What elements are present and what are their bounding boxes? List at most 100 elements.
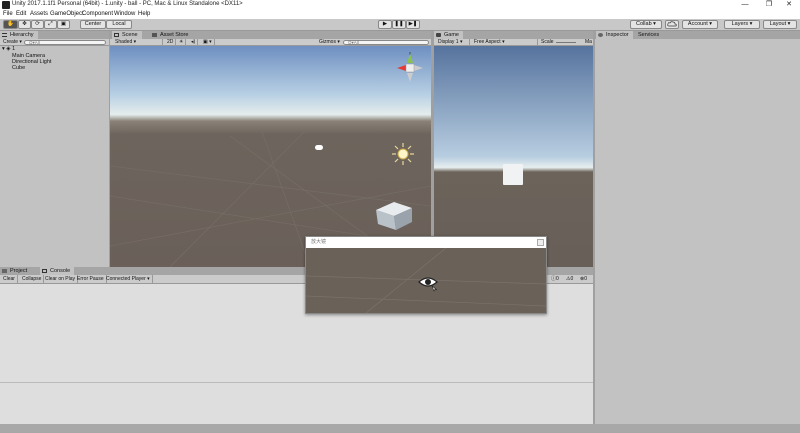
- log-count: 0: [556, 276, 559, 282]
- play-button[interactable]: ▶: [378, 20, 392, 29]
- menu-gameobject[interactable]: GameObject: [50, 11, 84, 17]
- close-button[interactable]: ✕: [778, 0, 800, 10]
- menu-edit[interactable]: Edit: [16, 11, 26, 17]
- pivot-center-toggle[interactable]: Center: [80, 20, 106, 29]
- clear-button[interactable]: Clear: [1, 275, 18, 283]
- inspector-tab-label: Inspector: [606, 32, 629, 38]
- title-bar: Unity 2017.1.1f1 Personal (64bit) - 1.un…: [0, 0, 800, 10]
- shading-mode-dropdown[interactable]: Shaded ▾: [113, 39, 163, 46]
- magnifier-close-button[interactable]: [537, 239, 544, 246]
- eye-icon[interactable]: [418, 275, 438, 293]
- cloud-button[interactable]: [665, 20, 679, 29]
- warning-count-toggle[interactable]: ⚠0: [564, 275, 575, 283]
- collapse-toggle[interactable]: Collapse: [20, 275, 45, 283]
- asset-store-tab-label: Asset Store: [160, 32, 189, 38]
- scale-slider[interactable]: [556, 42, 576, 43]
- unity-logo-icon: [2, 1, 10, 9]
- console-icon: [42, 269, 47, 273]
- orientation-gizmo-icon[interactable]: y: [394, 52, 426, 84]
- scale-tool-button[interactable]: ⤢: [44, 20, 57, 29]
- menu-window[interactable]: Window: [114, 11, 135, 17]
- warning-count: 0: [570, 276, 574, 282]
- inspector-tabrow: Inspector Services: [596, 31, 800, 39]
- aspect-dropdown[interactable]: Free Aspect ▾: [472, 39, 538, 46]
- hierarchy-search-input[interactable]: Q▾All: [24, 40, 106, 45]
- scene-root-label: 1: [12, 46, 16, 52]
- tab-hierarchy[interactable]: Hierarchy: [0, 31, 38, 39]
- svg-text:y: y: [409, 52, 411, 55]
- light-icon: ☀: [179, 39, 184, 45]
- game-pad-icon: [436, 33, 441, 37]
- rotate-tool-button[interactable]: ⟳: [31, 20, 44, 29]
- main-toolbar: ✋ ✥ ⟳ ⤢ ▣ Center Local ▶ ❚❚ ▶❚ Collab ▾ …: [0, 19, 800, 31]
- game-cube: [503, 164, 523, 185]
- pause-button[interactable]: ❚❚: [392, 20, 406, 29]
- cube-object[interactable]: [372, 198, 414, 232]
- collab-dropdown[interactable]: Collab ▾: [630, 20, 662, 29]
- connected-player-dropdown[interactable]: Connected Player ▾: [104, 275, 153, 283]
- hierarchy-toolbar: Create ▾ Q▾All: [0, 39, 109, 46]
- layout-dropdown[interactable]: Layout ▾: [763, 20, 797, 29]
- magnifier-title: 放大镜: [306, 237, 546, 248]
- error-count-toggle[interactable]: ⊗0: [578, 275, 589, 283]
- tab-game[interactable]: Game: [434, 31, 463, 39]
- effects-dropdown[interactable]: ▣ ▾: [201, 39, 215, 46]
- game-tab-label: Game: [444, 32, 459, 38]
- scene-search-input[interactable]: Q▾All: [343, 40, 429, 45]
- tab-inspector[interactable]: Inspector: [596, 31, 633, 39]
- hand-tool-button[interactable]: ✋: [3, 20, 18, 29]
- layers-label: Layers: [731, 21, 749, 27]
- lighting-toggle[interactable]: ☀: [177, 39, 187, 46]
- scene-grid: [110, 125, 431, 267]
- menu-file[interactable]: File: [3, 11, 13, 17]
- scene-root-item[interactable]: ▾ ◈ 1: [2, 46, 15, 52]
- pivot-local-toggle[interactable]: Local: [106, 20, 132, 29]
- minimize-button[interactable]: —: [734, 0, 756, 10]
- scene-view[interactable]: y: [110, 46, 431, 267]
- hierarchy-panel: Hierarchy Create ▾ Q▾All ▾ ◈ 1 Main Came…: [0, 31, 109, 267]
- scene-toolbar: Shaded ▾ 2D ☀ ◂) ▣ ▾ Gizmos ▾ Q▾All: [110, 39, 431, 46]
- clear-on-play-toggle[interactable]: Clear on Play: [43, 275, 79, 283]
- tab-console[interactable]: Console: [40, 267, 75, 275]
- display-label: Display 1: [438, 39, 459, 45]
- image-icon: ▣: [203, 39, 208, 45]
- magnifier-window[interactable]: 放大镜: [305, 236, 547, 314]
- directional-light-icon[interactable]: [392, 143, 414, 165]
- scene-tabrow: Scene Asset Store: [112, 31, 432, 39]
- cloud-icon: [667, 21, 677, 27]
- game-tabrow: Game: [434, 31, 593, 39]
- inspector-content: [595, 39, 800, 424]
- step-button[interactable]: ▶❚: [406, 20, 420, 29]
- maximize-button[interactable]: ❐: [758, 0, 780, 10]
- camera-gizmo-icon[interactable]: [315, 145, 323, 150]
- tab-project[interactable]: Project: [0, 267, 32, 275]
- tab-scene[interactable]: Scene: [112, 31, 142, 39]
- hierarchy-tabrow: Hierarchy: [0, 31, 109, 39]
- log-count-toggle[interactable]: ⓘ0: [549, 275, 561, 283]
- account-label: Account: [687, 21, 708, 27]
- game-view[interactable]: [434, 46, 593, 267]
- menu-help[interactable]: Help: [138, 11, 150, 17]
- audio-toggle[interactable]: ◂): [189, 39, 199, 46]
- tab-services[interactable]: Services: [634, 31, 664, 39]
- move-tool-button[interactable]: ✥: [18, 20, 31, 29]
- scene-grid-icon: [114, 33, 119, 37]
- console-detail-area[interactable]: [0, 382, 593, 424]
- account-dropdown[interactable]: Account ▾: [682, 20, 718, 29]
- project-tab-label: Project: [10, 268, 28, 274]
- gizmos-dropdown[interactable]: Gizmos ▾: [317, 39, 342, 46]
- menu-assets[interactable]: Assets: [30, 11, 48, 17]
- display-dropdown[interactable]: Display 1 ▾: [436, 39, 470, 46]
- 2d-toggle[interactable]: 2D: [165, 39, 177, 46]
- unity-scene-icon: ◈: [6, 46, 11, 52]
- hierarchy-tab-label: Hierarchy: [10, 32, 34, 38]
- hierarchy-item-cube[interactable]: Cube: [12, 65, 25, 71]
- menu-component[interactable]: Component: [82, 11, 113, 17]
- rect-tool-button[interactable]: ▣: [57, 20, 70, 29]
- tab-asset-store[interactable]: Asset Store: [150, 31, 193, 39]
- error-pause-toggle[interactable]: Error Pause: [75, 275, 107, 283]
- shading-label: Shaded: [115, 39, 133, 45]
- create-button[interactable]: Create ▾: [1, 39, 24, 46]
- layers-dropdown[interactable]: Layers ▾: [724, 20, 760, 29]
- audio-icon: ◂): [191, 39, 196, 45]
